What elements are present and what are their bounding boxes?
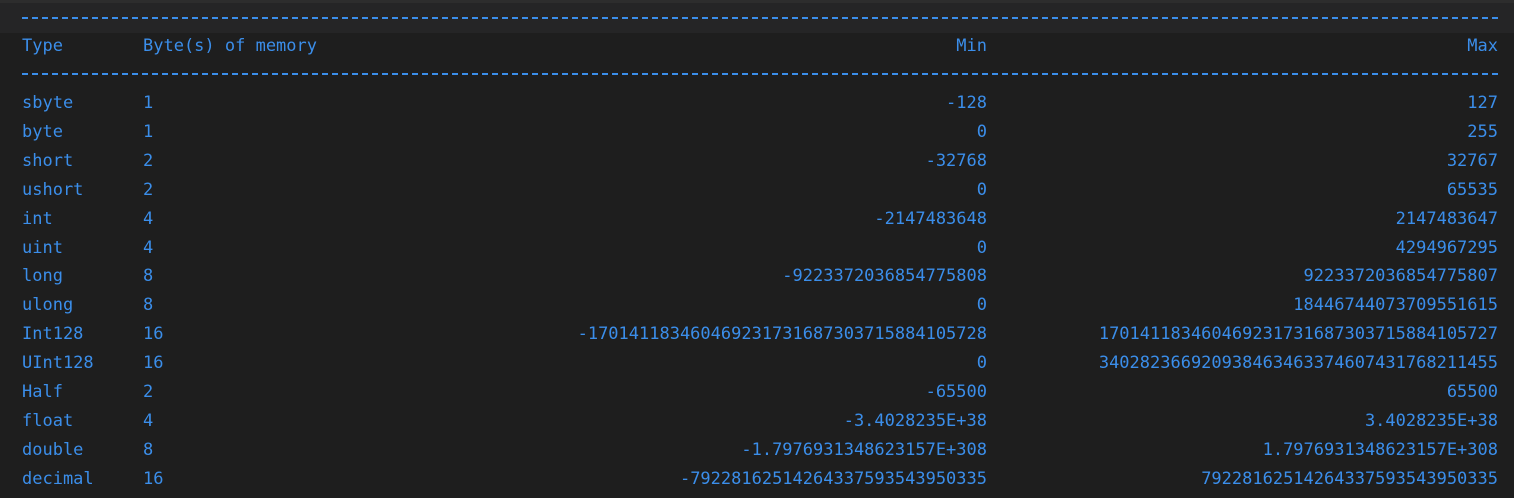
cell-type: decimal	[22, 469, 94, 489]
cell-max: 2147483647	[1395, 209, 1498, 229]
cell-max: 255	[1467, 122, 1498, 142]
cell-bytes: 8	[143, 266, 154, 286]
cell-max: 9223372036854775807	[1303, 266, 1498, 286]
cell-max: 1.7976931348623157E+308	[1262, 440, 1498, 460]
cell-type: UInt128	[22, 353, 94, 373]
cell-min: -170141183460469231731687303715884105728	[577, 324, 987, 344]
cell-max: 340282366920938463463374607431768211455	[1098, 353, 1498, 373]
cell-min: 0	[976, 122, 987, 142]
cell-min: 0	[976, 180, 987, 200]
cell-type: double	[22, 440, 84, 460]
cell-min: 0	[976, 353, 987, 373]
cell-bytes: 16	[143, 469, 164, 489]
cell-max: 32767	[1446, 151, 1498, 171]
cell-type: short	[22, 151, 74, 171]
cell-type: long	[22, 266, 63, 286]
cell-type: ushort	[22, 180, 84, 200]
cell-bytes: 2	[143, 382, 154, 402]
cell-bytes: 2	[143, 180, 154, 200]
cell-max: 3.4028235E+38	[1364, 411, 1498, 431]
cell-min: -2147483648	[874, 209, 987, 229]
cell-type: float	[22, 411, 74, 431]
cell-max: 65500	[1446, 382, 1498, 402]
cell-bytes: 1	[143, 122, 154, 142]
cell-bytes: 1	[143, 93, 154, 113]
cell-max: 127	[1467, 93, 1498, 113]
cell-type: ulong	[22, 295, 74, 315]
cell-bytes: 4	[143, 209, 154, 229]
cell-type: Half	[22, 382, 63, 402]
terminal-output[interactable]: Type Byte(s) of memory Min Max sbyte 1 -12…	[0, 0, 1514, 498]
cell-min: -128	[946, 93, 987, 113]
cell-type: uint	[22, 238, 63, 258]
cell-max: 65535	[1446, 180, 1498, 200]
cell-max: 170141183460469231731687303715884105727	[1098, 324, 1498, 344]
cell-min: -9223372036854775808	[782, 266, 987, 286]
cell-bytes: 8	[143, 295, 154, 315]
cell-bytes: 4	[143, 238, 154, 258]
cell-bytes: 16	[143, 324, 164, 344]
cell-type: sbyte	[22, 93, 74, 113]
cell-bytes: 2	[143, 151, 154, 171]
cell-type: int	[22, 209, 53, 229]
cell-bytes: 4	[143, 411, 154, 431]
cell-type: byte	[22, 122, 63, 142]
cell-min: -79228162514264337593543950335	[679, 469, 987, 489]
cell-bytes: 8	[143, 440, 154, 460]
cell-max: 79228162514264337593543950335	[1201, 469, 1498, 489]
cell-min: -1.7976931348623157E+308	[741, 440, 987, 460]
cell-type: Int128	[22, 324, 84, 344]
type-table-rows: sbyte 1 -128 127 byte 1 0 255 short 2 -32768 32767 u…	[0, 0, 1514, 498]
cell-max: 4294967295	[1395, 238, 1498, 258]
cell-max: 18446744073709551615	[1293, 295, 1498, 315]
cell-min: -3.4028235E+38	[843, 411, 987, 431]
cell-min: -65500	[925, 382, 987, 402]
cell-min: -32768	[925, 151, 987, 171]
cell-min: 0	[976, 238, 987, 258]
cell-min: 0	[976, 295, 987, 315]
cell-bytes: 16	[143, 353, 164, 373]
